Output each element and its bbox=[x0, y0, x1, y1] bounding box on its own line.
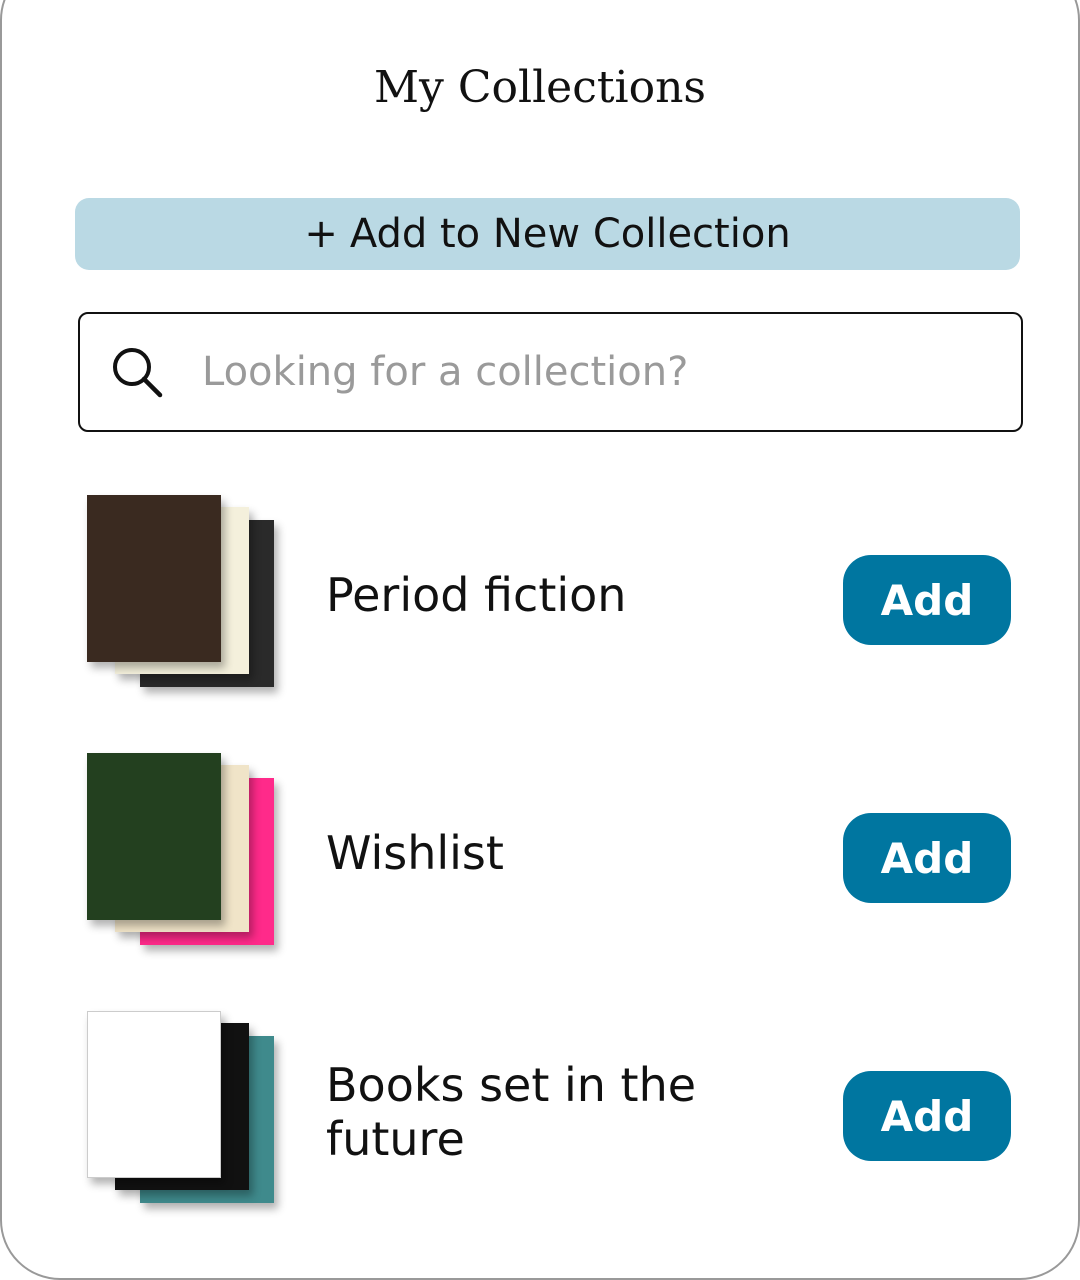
book-cover bbox=[87, 1011, 221, 1178]
plus-icon: + bbox=[304, 211, 338, 257]
collection-row: Books set in the future Add bbox=[0, 1006, 1080, 1206]
collection-name: Books set in the future bbox=[326, 1058, 697, 1166]
page-title: My Collections bbox=[373, 62, 707, 113]
collection-row: Period fiction Add bbox=[0, 490, 1080, 690]
book-cover bbox=[87, 495, 221, 662]
add-to-new-collection-label: Add to New Collection bbox=[349, 211, 791, 257]
add-to-new-collection-button[interactable]: + Add to New Collection bbox=[75, 198, 1020, 270]
book-cover bbox=[87, 753, 221, 920]
collection-name: Wishlist bbox=[326, 826, 504, 880]
collection-row: Wishlist Add bbox=[0, 748, 1080, 948]
add-button[interactable]: Add bbox=[843, 1071, 1011, 1161]
search-input[interactable] bbox=[202, 349, 962, 395]
search-icon bbox=[113, 348, 163, 398]
add-button[interactable]: Add bbox=[843, 555, 1011, 645]
collection-search[interactable] bbox=[78, 312, 1023, 432]
collection-name: Period fiction bbox=[326, 568, 627, 622]
add-button[interactable]: Add bbox=[843, 813, 1011, 903]
